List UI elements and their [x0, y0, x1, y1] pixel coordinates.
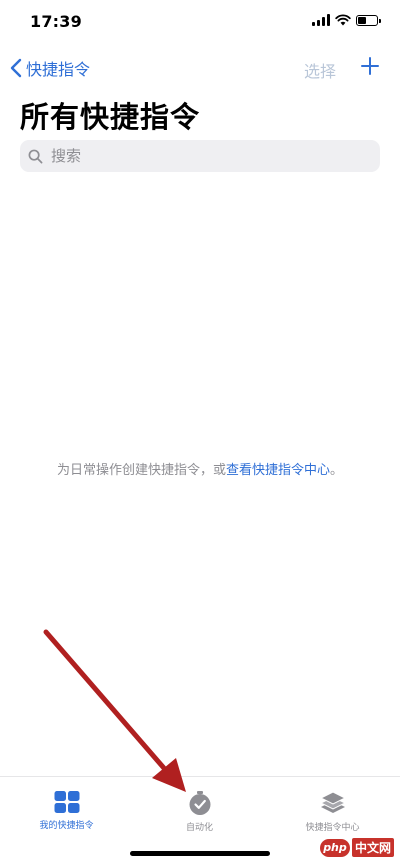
empty-state-message: 为日常操作创建快捷指令，或查看快捷指令中心。: [0, 459, 400, 478]
add-shortcut-button[interactable]: [360, 56, 380, 80]
clock-check-icon: [189, 791, 210, 815]
page-title: 所有快捷指令: [20, 100, 201, 134]
layers-icon: [319, 791, 346, 813]
tab-label: 快捷指令中心: [305, 823, 360, 833]
watermark-logo: php: [319, 838, 350, 857]
search-icon: [28, 149, 43, 163]
battery-level: [358, 16, 366, 24]
annotation-arrow-shaft: [43, 629, 179, 785]
tab-label: 我的快捷指令: [39, 821, 94, 831]
watermark: php 中文网: [319, 838, 394, 857]
plus-icon: [361, 57, 379, 75]
chevron-left-icon: [10, 58, 22, 78]
navigation-bar: 快捷指令 选择: [0, 52, 400, 84]
search-bar[interactable]: [20, 140, 380, 172]
empty-state-suffix: 。: [330, 463, 344, 478]
status-bar: 17:39: [0, 0, 400, 44]
empty-state-text: 为日常操作创建快捷指令，或: [56, 463, 226, 478]
tab-my-shortcuts[interactable]: 我的快捷指令: [0, 791, 133, 831]
select-button[interactable]: 选择: [304, 58, 336, 82]
shortcuts-gallery-link[interactable]: 查看快捷指令中心: [226, 463, 330, 478]
tab-label: 自动化: [185, 823, 213, 833]
wifi-icon: [335, 14, 351, 26]
tab-shortcuts-gallery[interactable]: 快捷指令中心: [266, 791, 399, 833]
tab-automation[interactable]: 自动化: [133, 791, 266, 833]
cellular-signal-icon: [312, 14, 330, 26]
search-input[interactable]: [49, 146, 353, 166]
watermark-text: 中文网: [351, 838, 394, 857]
status-time: 17:39: [30, 12, 82, 31]
back-button[interactable]: 快捷指令: [10, 56, 90, 80]
status-icons: [312, 14, 381, 26]
battery-icon: [356, 14, 381, 26]
back-button-label: 快捷指令: [26, 60, 91, 79]
home-indicator[interactable]: [130, 851, 270, 856]
grid-icon: [54, 791, 79, 813]
